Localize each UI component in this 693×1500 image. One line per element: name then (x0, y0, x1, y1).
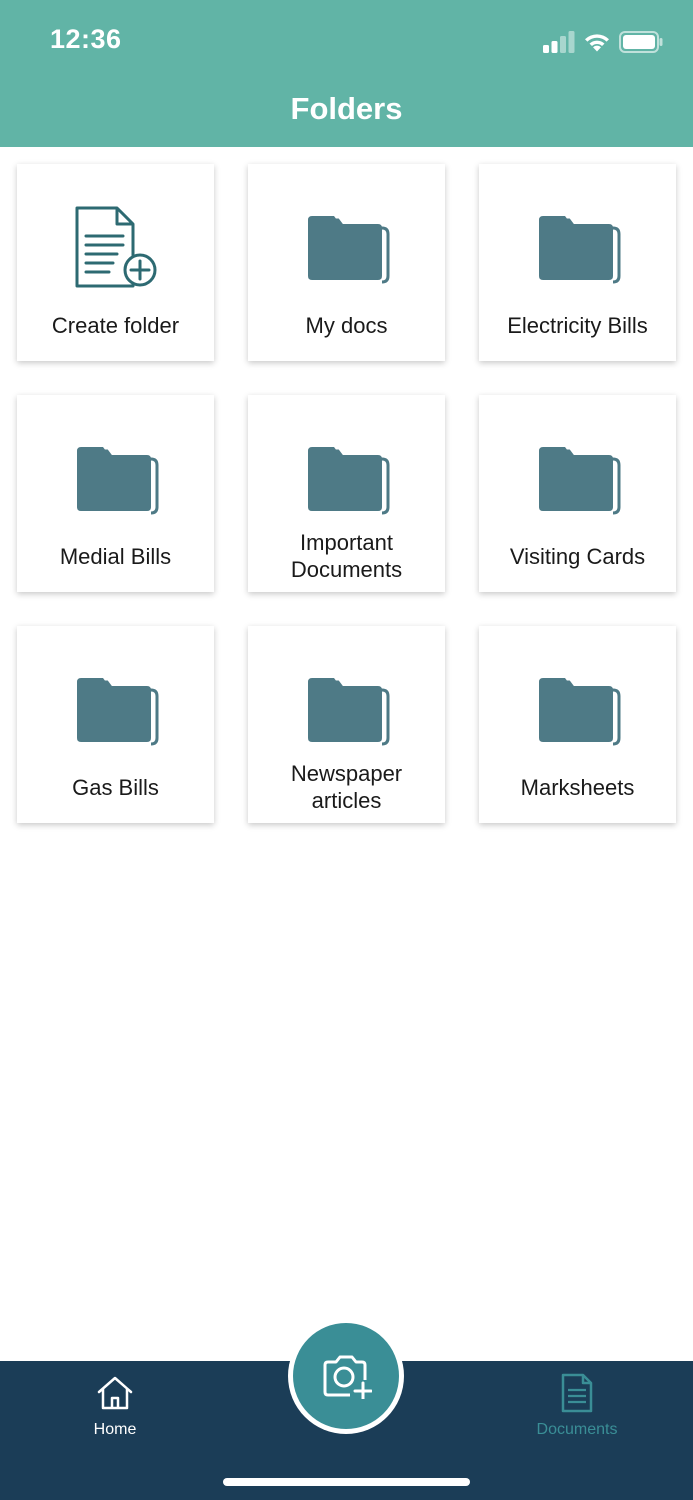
tile-label: Gas Bills (72, 775, 159, 800)
scan-document-button[interactable] (288, 1318, 404, 1434)
folder-tile-newspaper-articles[interactable]: Newspaper articles (248, 626, 445, 823)
add-photo-camera-icon (323, 1355, 372, 1399)
status-time: 12:36 (50, 24, 122, 54)
folder-icon (77, 447, 159, 515)
app-header: 12:36 Folders (0, 0, 693, 147)
tile-label: Medial Bills (59, 544, 172, 569)
home-indicator (223, 1478, 470, 1486)
cellular-signal-icon (543, 31, 575, 53)
status-icons (543, 28, 663, 56)
folder-tile-marksheets[interactable]: Marksheets (479, 626, 676, 823)
tile-label: Visiting Cards (509, 544, 646, 569)
tab-documents-label: Documents (536, 1421, 618, 1438)
tile-label: Create folder (51, 313, 180, 338)
tile-label: Important Documents (290, 530, 403, 582)
tile-label: Marksheets (520, 775, 635, 800)
tile-label: My docs (305, 313, 388, 338)
folder-tile-important-documents[interactable]: Important Documents (248, 395, 445, 592)
create-folder-tile[interactable]: Create folder (17, 164, 214, 361)
page-title: Folders (290, 91, 403, 126)
folder-icon (308, 678, 390, 746)
folder-icon (308, 447, 390, 515)
wifi-icon (585, 34, 609, 52)
tab-documents[interactable]: Documents (477, 1361, 677, 1451)
tab-home[interactable]: Home (15, 1361, 215, 1451)
tab-home-label: Home (93, 1421, 137, 1438)
folder-icon (308, 216, 390, 284)
create-folder-icon (75, 206, 157, 288)
tile-label: Newspaper articles (290, 761, 403, 813)
battery-icon (619, 31, 663, 53)
folder-tile-medial-bills[interactable]: Medial Bills (17, 395, 214, 592)
folder-tile-electricity-bills[interactable]: Electricity Bills (479, 164, 676, 361)
folder-tile-gas-bills[interactable]: Gas Bills (17, 626, 214, 823)
scan-document-button-face (293, 1323, 399, 1429)
folder-icon (539, 216, 621, 284)
folder-tile-visiting-cards[interactable]: Visiting Cards (479, 395, 676, 592)
folder-icon (539, 447, 621, 515)
folder-icon (539, 678, 621, 746)
documents-icon (561, 1373, 593, 1413)
home-icon (97, 1376, 133, 1410)
tile-label: Electricity Bills (507, 313, 648, 338)
folder-tile-my-docs[interactable]: My docs (248, 164, 445, 361)
folder-icon (77, 678, 159, 746)
